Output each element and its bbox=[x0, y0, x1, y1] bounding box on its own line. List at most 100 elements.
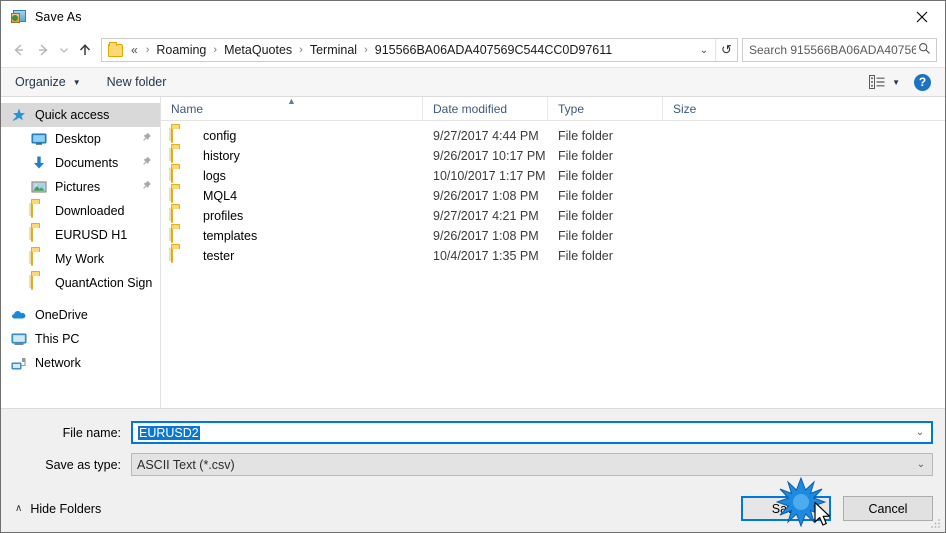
folder-icon bbox=[171, 127, 187, 144]
sidebar-item-label: Network bbox=[35, 356, 81, 370]
this-pc-icon bbox=[11, 331, 27, 347]
sidebar-item-this-pc[interactable]: This PC bbox=[1, 327, 160, 351]
toolbar-right-group: ▼ ? bbox=[869, 73, 945, 91]
chevron-down-icon: ▼ bbox=[72, 77, 81, 87]
folder-icon bbox=[108, 41, 123, 57]
address-chevron-down-icon[interactable]: ⌄ bbox=[693, 45, 715, 56]
column-header-type[interactable]: Type bbox=[548, 97, 663, 120]
new-folder-button[interactable]: New folder bbox=[107, 75, 167, 89]
type-cell: File folder bbox=[558, 129, 613, 143]
file-rows: config 9/27/2017 4:44 PM File folder his… bbox=[161, 121, 945, 408]
sidebar-item-quick-access[interactable]: Quick access bbox=[1, 103, 160, 127]
address-bar[interactable]: « › Roaming › MetaQuotes › Terminal › 91… bbox=[101, 38, 738, 62]
column-header-date-modified[interactable]: Date modified bbox=[423, 97, 548, 120]
breadcrumb-separator: › bbox=[213, 44, 218, 56]
close-icon[interactable] bbox=[899, 1, 945, 32]
sidebar-item-quantaction-signal[interactable]: QuantAction Signal bbox=[1, 271, 160, 295]
chevron-down-icon[interactable]: ⌄ bbox=[909, 427, 931, 438]
up-button[interactable] bbox=[73, 38, 97, 62]
breadcrumb-separator: › bbox=[299, 44, 303, 56]
sidebar-item-label: QuantAction Signal bbox=[55, 276, 152, 290]
column-label: Size bbox=[673, 101, 697, 116]
search-placeholder: Search 915566BA06ADA40756... bbox=[749, 43, 916, 57]
save-as-type-select[interactable]: ASCII Text (*.csv) ⌄ bbox=[131, 453, 933, 476]
save-label: Save bbox=[771, 501, 801, 516]
table-row[interactable]: tester 10/4/2017 1:35 PM File folder bbox=[161, 246, 945, 266]
column-header-name[interactable]: ▲ Name bbox=[161, 96, 423, 120]
desktop-icon bbox=[31, 131, 47, 147]
save-button[interactable]: Save bbox=[741, 496, 831, 521]
hide-folders-button[interactable]: ∧ Hide Folders bbox=[15, 502, 101, 516]
table-row[interactable]: config 9/27/2017 4:44 PM File folder bbox=[161, 126, 945, 146]
folder-icon bbox=[171, 227, 187, 244]
chevron-down-icon[interactable]: ⌄ bbox=[910, 459, 932, 470]
recent-locations-chevron-down-icon[interactable] bbox=[55, 38, 73, 62]
sidebar-item-label: Desktop bbox=[55, 132, 101, 146]
table-row[interactable]: MQL4 9/26/2017 1:08 PM File folder bbox=[161, 186, 945, 206]
file-name-cell: tester bbox=[161, 247, 423, 264]
cancel-label: Cancel bbox=[868, 501, 908, 516]
sidebar-item-onedrive[interactable]: OneDrive bbox=[1, 303, 160, 327]
sidebar-item-documents[interactable]: Documents bbox=[1, 151, 160, 175]
file-name-cell: logs bbox=[161, 167, 423, 184]
folder-icon bbox=[31, 250, 47, 267]
table-row[interactable]: history 9/26/2017 10:17 PM File folder bbox=[161, 146, 945, 166]
folder-icon bbox=[31, 202, 47, 219]
save-as-type-row: Save as type: ASCII Text (*.csv) ⌄ bbox=[13, 453, 933, 476]
refresh-icon[interactable]: ↺ bbox=[715, 39, 737, 61]
network-icon bbox=[11, 355, 27, 371]
folder-icon bbox=[31, 226, 47, 243]
folder-icon bbox=[31, 274, 47, 291]
date-modified-cell: 9/27/2017 4:44 PM bbox=[433, 129, 539, 143]
pin-icon[interactable] bbox=[141, 156, 152, 170]
sidebar-item-my-work[interactable]: My Work bbox=[1, 247, 160, 271]
file-name: MQL4 bbox=[203, 189, 238, 203]
organize-label: Organize bbox=[15, 75, 66, 89]
sidebar-item-label: My Work bbox=[55, 252, 105, 266]
type-cell: File folder bbox=[558, 169, 613, 183]
table-row[interactable]: profiles 9/27/2017 4:21 PM File folder bbox=[161, 206, 945, 226]
change-view-button[interactable]: ▼ bbox=[869, 75, 900, 89]
file-name-row: File name: EURUSD2 ⌄ bbox=[13, 421, 933, 444]
table-row[interactable]: templates 9/26/2017 1:08 PM File folder bbox=[161, 226, 945, 246]
breadcrumb-overflow[interactable]: « bbox=[129, 43, 140, 57]
pin-icon[interactable] bbox=[141, 180, 152, 194]
forward-button[interactable] bbox=[31, 38, 55, 62]
column-headers: ▲ Name Date modified Type Size bbox=[161, 96, 945, 121]
file-name-input[interactable]: EURUSD2 ⌄ bbox=[131, 421, 933, 444]
sidebar-item-label: Pictures bbox=[55, 180, 101, 194]
folder-icon bbox=[171, 167, 187, 184]
pin-icon[interactable] bbox=[141, 132, 152, 146]
search-input[interactable]: Search 915566BA06ADA40756... bbox=[742, 38, 937, 62]
sidebar-item-eurusd-h1[interactable]: EURUSD H1 bbox=[1, 223, 160, 247]
sidebar-item-pictures[interactable]: Pictures bbox=[1, 175, 160, 199]
file-name: logs bbox=[203, 169, 226, 183]
column-header-size[interactable]: Size bbox=[663, 97, 745, 120]
file-name: templates bbox=[203, 229, 258, 243]
sidebar-item-network[interactable]: Network bbox=[1, 351, 160, 375]
table-row[interactable]: logs 10/10/2017 1:17 PM File folder bbox=[161, 166, 945, 186]
help-button[interactable]: ? bbox=[914, 73, 931, 91]
breadcrumb-item-terminal[interactable]: Terminal bbox=[309, 43, 358, 57]
breadcrumb-item-roaming[interactable]: Roaming bbox=[155, 43, 207, 57]
documents-icon bbox=[31, 155, 47, 171]
save-as-app-icon bbox=[11, 9, 27, 25]
folder-icon bbox=[171, 147, 187, 164]
back-button[interactable] bbox=[7, 38, 31, 62]
sidebar-item-desktop[interactable]: Desktop bbox=[1, 127, 160, 151]
type-cell: File folder bbox=[558, 249, 613, 263]
breadcrumb-item-metaquotes[interactable]: MetaQuotes bbox=[223, 43, 293, 57]
breadcrumb-item-terminal-id[interactable]: 915566BA06ADA407569C544CC0D97611 bbox=[374, 43, 613, 57]
file-name-cell: profiles bbox=[161, 207, 423, 224]
sidebar-item-downloaded[interactable]: Downloaded bbox=[1, 199, 160, 223]
chevron-up-icon: ∧ bbox=[15, 503, 23, 514]
breadcrumb-separator: › bbox=[145, 44, 150, 56]
file-name: history bbox=[203, 149, 240, 163]
organize-button[interactable]: Organize ▼ bbox=[15, 75, 81, 89]
file-name-cell: history bbox=[161, 147, 423, 164]
type-cell: File folder bbox=[558, 209, 613, 223]
file-name-value-wrap: EURUSD2 bbox=[138, 425, 909, 440]
cancel-button[interactable]: Cancel bbox=[843, 496, 933, 521]
view-layout-icon bbox=[869, 75, 885, 89]
resize-grip[interactable] bbox=[929, 517, 941, 529]
